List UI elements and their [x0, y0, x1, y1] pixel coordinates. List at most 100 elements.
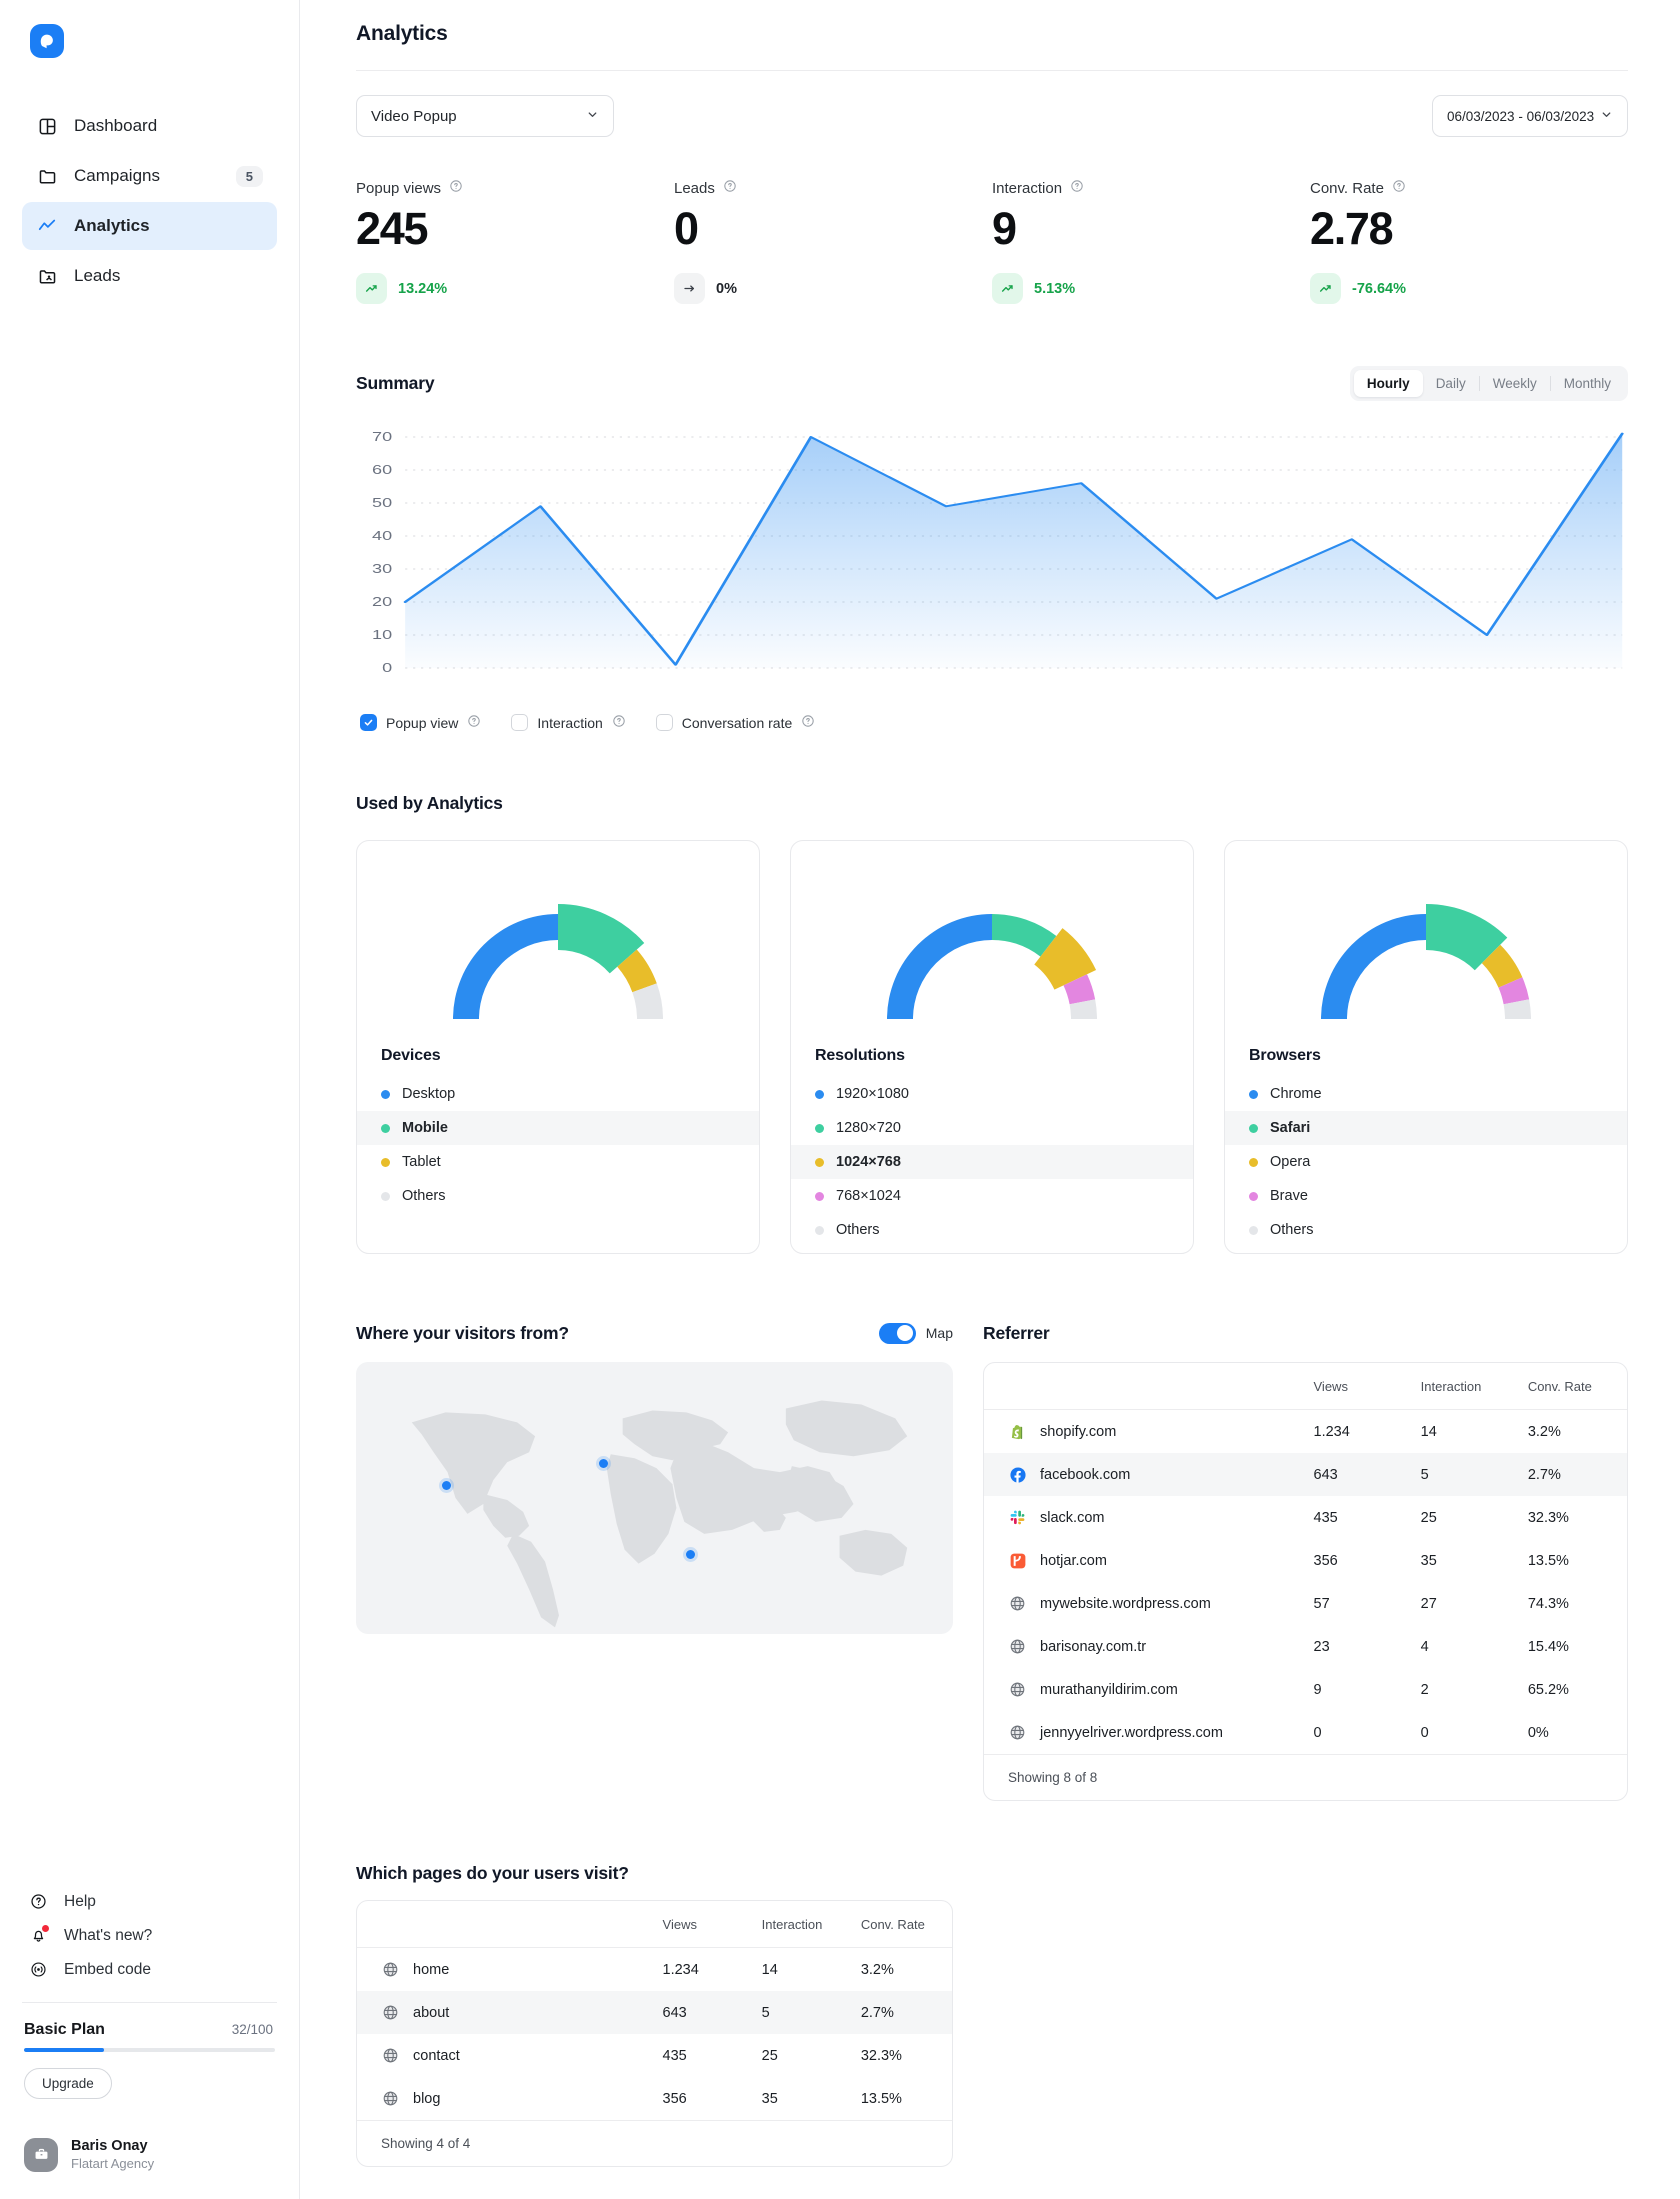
cell-interaction: 25: [1413, 1496, 1520, 1539]
cell-interaction: 0: [1413, 1711, 1520, 1754]
map-pin: [442, 1481, 451, 1490]
sidebar-item-leads[interactable]: Leads: [22, 252, 277, 300]
map-toggle[interactable]: [879, 1323, 916, 1344]
metric-value: 0: [674, 206, 992, 251]
list-item[interactable]: Others: [357, 1179, 759, 1213]
color-bullet-icon: [1249, 1090, 1258, 1099]
help-link[interactable]: Help: [28, 1892, 277, 1912]
usage-card-title: Devices: [357, 1041, 759, 1065]
site-name: slack.com: [1040, 1510, 1104, 1526]
gauge-chart: [842, 891, 1142, 1041]
table-row[interactable]: barisonay.com.tr 23 4 15.4%: [984, 1625, 1627, 1668]
cell-views: 1.234: [1306, 1410, 1413, 1454]
cell-views: 1.234: [655, 1948, 754, 1992]
shopify-icon: [1008, 1422, 1027, 1441]
sidebar-item-dashboard[interactable]: Dashboard: [22, 102, 277, 150]
whats-new-link[interactable]: What's new?: [28, 1926, 277, 1946]
checkbox[interactable]: [656, 714, 673, 731]
cell-interaction: 14: [1413, 1410, 1520, 1454]
site-name: murathanyildirim.com: [1040, 1682, 1178, 1698]
site-cell: blog: [381, 2089, 647, 2108]
table-header-row: ViewsInteractionConv. Rate: [984, 1363, 1627, 1410]
date-range-select[interactable]: 06/03/2023 - 06/03/2023: [1432, 95, 1628, 137]
tab-daily[interactable]: Daily: [1423, 370, 1479, 397]
legend-item-conversation rate[interactable]: Conversation rate: [656, 714, 816, 731]
mini-link-label: What's new?: [64, 1927, 152, 1945]
table-row[interactable]: hotjar.com 356 35 13.5%: [984, 1539, 1627, 1582]
referrer-table: ViewsInteractionConv. Rate shopify.com 1…: [983, 1362, 1628, 1801]
help-icon[interactable]: [467, 714, 481, 731]
campaign-select[interactable]: Video Popup: [356, 95, 614, 137]
hotjar-icon: [1008, 1551, 1027, 1570]
visitors-panel: Where your visitors from? Map: [356, 1320, 953, 1801]
list-item[interactable]: Opera: [1225, 1145, 1627, 1179]
color-bullet-icon: [815, 1226, 824, 1235]
site-cell: murathanyildirim.com: [1008, 1680, 1298, 1699]
slack-icon: [1008, 1508, 1027, 1527]
checkbox[interactable]: [511, 714, 528, 731]
sidebar-item-campaigns[interactable]: Campaigns 5: [22, 152, 277, 200]
help-icon[interactable]: [801, 714, 815, 731]
table-row[interactable]: contact 435 25 32.3%: [357, 2034, 952, 2077]
list-item[interactable]: Mobile: [357, 1111, 759, 1145]
table-row[interactable]: murathanyildirim.com 9 2 65.2%: [984, 1668, 1627, 1711]
table-row[interactable]: about 643 5 2.7%: [357, 1991, 952, 2034]
list-item[interactable]: Others: [791, 1213, 1193, 1247]
list-item[interactable]: Brave: [1225, 1179, 1627, 1213]
list-item[interactable]: Tablet: [357, 1145, 759, 1179]
sidebar-item-label: Campaigns: [74, 166, 160, 186]
tab-hourly[interactable]: Hourly: [1354, 370, 1423, 397]
help-icon[interactable]: [723, 179, 737, 197]
metric-delta-text: 0%: [716, 281, 737, 297]
table-row[interactable]: shopify.com 1.234 14 3.2%: [984, 1410, 1627, 1454]
list-item[interactable]: 1024×768: [791, 1145, 1193, 1179]
bell-icon: [28, 1926, 48, 1946]
cell-interaction: 25: [754, 2034, 853, 2077]
user-profile[interactable]: Baris Onay Flatart Agency: [22, 2137, 277, 2173]
list-item[interactable]: 1280×720: [791, 1111, 1193, 1145]
plan-progress-bar: [24, 2048, 275, 2052]
mini-link-label: Help: [64, 1893, 96, 1911]
table-row[interactable]: mywebsite.wordpress.com 57 27 74.3%: [984, 1582, 1627, 1625]
color-bullet-icon: [381, 1158, 390, 1167]
cell-views: 356: [1306, 1539, 1413, 1582]
site-name: contact: [413, 2048, 460, 2064]
broadcast-icon: [28, 1960, 48, 1980]
tab-monthly[interactable]: Monthly: [1551, 370, 1624, 397]
upgrade-button[interactable]: Upgrade: [24, 2068, 112, 2099]
sidebar-item-label: Leads: [74, 266, 120, 286]
globe-icon: [1008, 1637, 1027, 1656]
list-item[interactable]: Others: [1225, 1213, 1627, 1247]
table-row[interactable]: slack.com 435 25 32.3%: [984, 1496, 1627, 1539]
list-item[interactable]: Desktop: [357, 1077, 759, 1111]
mini-link-label: Embed code: [64, 1961, 151, 1979]
popupsmart-logo-icon[interactable]: [30, 24, 64, 58]
legend-item-popup view[interactable]: Popup view: [360, 714, 481, 731]
gauge-chart: [408, 891, 708, 1041]
help-icon[interactable]: [1392, 179, 1406, 197]
cell-conv-rate: 13.5%: [1520, 1539, 1627, 1582]
table-row[interactable]: home 1.234 14 3.2%: [357, 1948, 952, 1992]
tab-weekly[interactable]: Weekly: [1480, 370, 1550, 397]
usage-legend-label: 1024×768: [836, 1154, 901, 1170]
help-icon[interactable]: [449, 179, 463, 197]
list-item[interactable]: 1920×1080: [791, 1077, 1193, 1111]
table-row[interactable]: facebook.com 643 5 2.7%: [984, 1453, 1627, 1496]
list-item[interactable]: Safari: [1225, 1111, 1627, 1145]
map-toggle-wrap: Map: [879, 1323, 953, 1344]
page-title: Analytics: [356, 22, 1628, 46]
embed-code-link[interactable]: Embed code: [28, 1960, 277, 1980]
table-row[interactable]: jennyyelriver.wordpress.com 0 0 0%: [984, 1711, 1627, 1754]
table-row[interactable]: blog 356 35 13.5%: [357, 2077, 952, 2120]
help-icon[interactable]: [1070, 179, 1084, 197]
help-icon[interactable]: [612, 714, 626, 731]
checkbox[interactable]: [360, 714, 377, 731]
sidebar-item-analytics[interactable]: Analytics: [22, 202, 277, 250]
color-bullet-icon: [815, 1158, 824, 1167]
gauge-container: [357, 841, 759, 1041]
list-item[interactable]: Chrome: [1225, 1077, 1627, 1111]
globe-icon: [381, 1960, 400, 1979]
list-item[interactable]: 768×1024: [791, 1179, 1193, 1213]
legend-item-interaction[interactable]: Interaction: [511, 714, 625, 731]
world-map[interactable]: [356, 1362, 953, 1634]
